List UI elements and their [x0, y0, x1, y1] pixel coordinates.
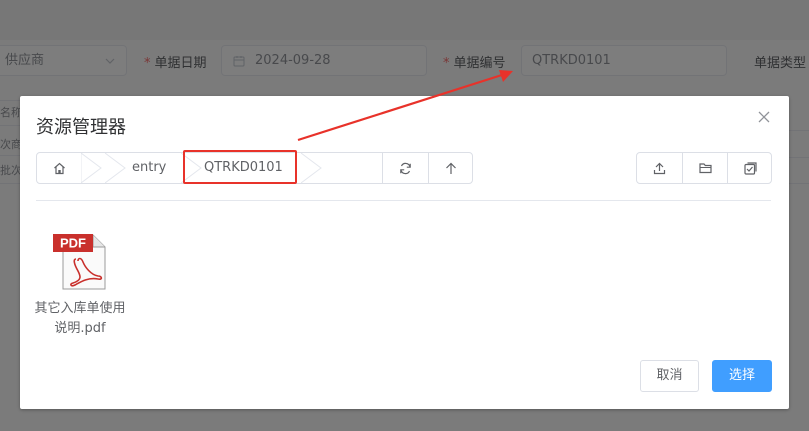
- upload-icon: [653, 162, 666, 174]
- dialog-title: 资源管理器: [36, 117, 126, 138]
- path-separator-icon: [301, 153, 322, 183]
- arrow-up-icon: [446, 162, 456, 174]
- path-separator-icon: [105, 153, 126, 183]
- cancel-button[interactable]: 取消: [640, 360, 699, 392]
- go-up-button[interactable]: [428, 153, 473, 183]
- folder-icon: [698, 163, 712, 174]
- multi-select-button[interactable]: [727, 153, 772, 183]
- new-folder-button[interactable]: [682, 153, 727, 183]
- pdf-file-icon: PDF: [53, 234, 106, 290]
- upload-button[interactable]: [637, 153, 682, 183]
- path-separator-icon: [81, 153, 102, 183]
- file-toolbar: [636, 152, 772, 184]
- close-icon[interactable]: [757, 110, 771, 124]
- svg-text:PDF: PDF: [60, 236, 86, 251]
- annotation-highlight-box: [183, 150, 297, 184]
- resource-manager-dialog: 资源管理器 entry QTRKD0101 PDF 其它入库单使用说明.pdf …: [20, 96, 789, 409]
- select-button[interactable]: 选择: [712, 360, 772, 392]
- home-icon: [53, 162, 65, 174]
- refresh-button[interactable]: [382, 153, 427, 183]
- checkbox-icon: [743, 161, 757, 175]
- refresh-icon: [399, 162, 411, 174]
- home-button[interactable]: [37, 153, 81, 183]
- dialog-divider: [36, 200, 771, 201]
- file-name: 其它入库单使用说明.pdf: [34, 301, 126, 336]
- path-segment-entry[interactable]: entry: [132, 153, 166, 183]
- file-item[interactable]: PDF 其它入库单使用说明.pdf: [34, 231, 126, 339]
